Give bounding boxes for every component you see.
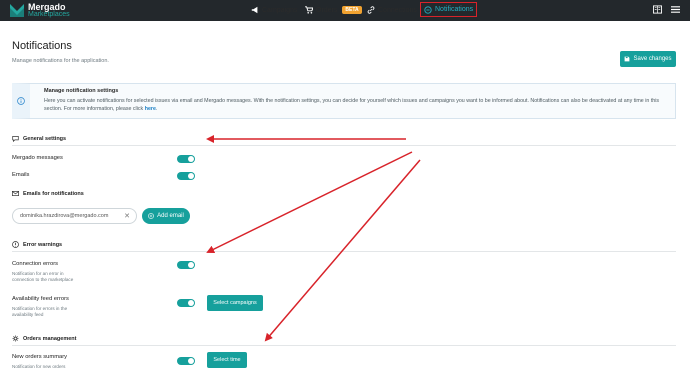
remove-email-icon[interactable]: ✕ [124, 212, 130, 220]
link-icon [367, 6, 375, 14]
top-navigation-bar: Mergado Marketplaces Campaigns Orders BE… [0, 0, 690, 21]
mergado-logo[interactable]: Mergado Marketplaces [10, 2, 100, 19]
annotation-arrows [206, 135, 421, 342]
divider [12, 251, 676, 252]
brand-subtitle: Marketplaces [28, 11, 70, 18]
arrow-to-error-warnings [206, 151, 413, 253]
save-changes-button[interactable]: Save changes [620, 51, 676, 67]
envelope-icon [12, 191, 19, 196]
toolbar-icons [653, 5, 680, 14]
divider [12, 145, 676, 146]
nav-connections[interactable]: Connections [367, 3, 417, 17]
emails-toggle[interactable] [177, 172, 195, 180]
nav-orders[interactable]: Orders BETA [305, 3, 362, 17]
select-time-button[interactable]: Select time [207, 352, 247, 368]
book-icon[interactable] [653, 5, 662, 14]
mergado-messages-toggle[interactable] [177, 155, 195, 163]
connection-errors-toggle[interactable] [177, 261, 195, 269]
megaphone-icon [251, 6, 258, 14]
add-email-label: Add email [157, 213, 184, 219]
page-title: Notifications [12, 40, 72, 52]
nav-notifications[interactable]: Notifications [420, 2, 478, 17]
mergado-logo-icon [10, 4, 24, 17]
info-text: Here you can activate notifications for … [44, 98, 660, 112]
nav-campaigns-label: Campaigns [262, 6, 298, 14]
save-changes-label: Save changes [633, 56, 672, 62]
save-icon [625, 56, 630, 62]
error-warnings-heading: Error warnings [12, 241, 62, 248]
gear-icon [12, 335, 19, 342]
info-icon [17, 97, 25, 105]
bell-icon [424, 5, 432, 14]
orders-management-heading: Orders management [12, 335, 77, 342]
plus-circle-icon [148, 213, 155, 219]
general-settings-heading: General settings [12, 135, 66, 142]
emails-for-notifications-heading: Emails for notifications [12, 190, 84, 197]
cart-icon [305, 6, 313, 14]
nav-campaigns[interactable]: Campaigns [251, 3, 297, 17]
select-campaigns-button[interactable]: Select campaigns [207, 295, 263, 311]
info-title: Manage notification settings [44, 88, 119, 94]
beta-badge: BETA [342, 6, 362, 14]
new-orders-summary-label: New orders summary [12, 354, 68, 360]
connection-errors-description: Notification for an error in connection … [12, 271, 74, 282]
nav-notifications-label: Notifications [435, 6, 474, 13]
arrow-to-orders-management [264, 159, 421, 342]
availability-feed-errors-description: Notification for errors in the availabil… [12, 306, 68, 317]
email-input[interactable]: dominika.hrazdirova@mergado.com ✕ [12, 208, 137, 224]
nav-orders-label: Orders [316, 6, 338, 14]
chat-icon [12, 136, 19, 142]
add-email-button[interactable]: Add email [142, 208, 190, 224]
nav-connections-label: Connections [378, 6, 417, 14]
email-value: dominika.hrazdirova@mergado.com [20, 213, 109, 219]
divider [12, 345, 676, 346]
new-orders-summary-toggle[interactable] [177, 357, 195, 365]
availability-feed-errors-toggle[interactable] [177, 299, 195, 307]
new-orders-summary-description: Notification for new orders [12, 364, 66, 369]
info-more-link[interactable]: here [145, 106, 156, 112]
info-box: Manage notification settings Here you ca… [12, 83, 676, 119]
connection-errors-label: Connection errors [12, 261, 59, 267]
mergado-messages-label: Mergado messages [12, 155, 63, 161]
page-subtitle: Manage notifications for the application… [12, 58, 109, 64]
availability-feed-errors-label: Availability feed errors [12, 296, 69, 302]
alert-circle-icon [12, 241, 19, 248]
emails-label: Emails [12, 172, 30, 178]
menu-icon[interactable] [671, 5, 680, 14]
